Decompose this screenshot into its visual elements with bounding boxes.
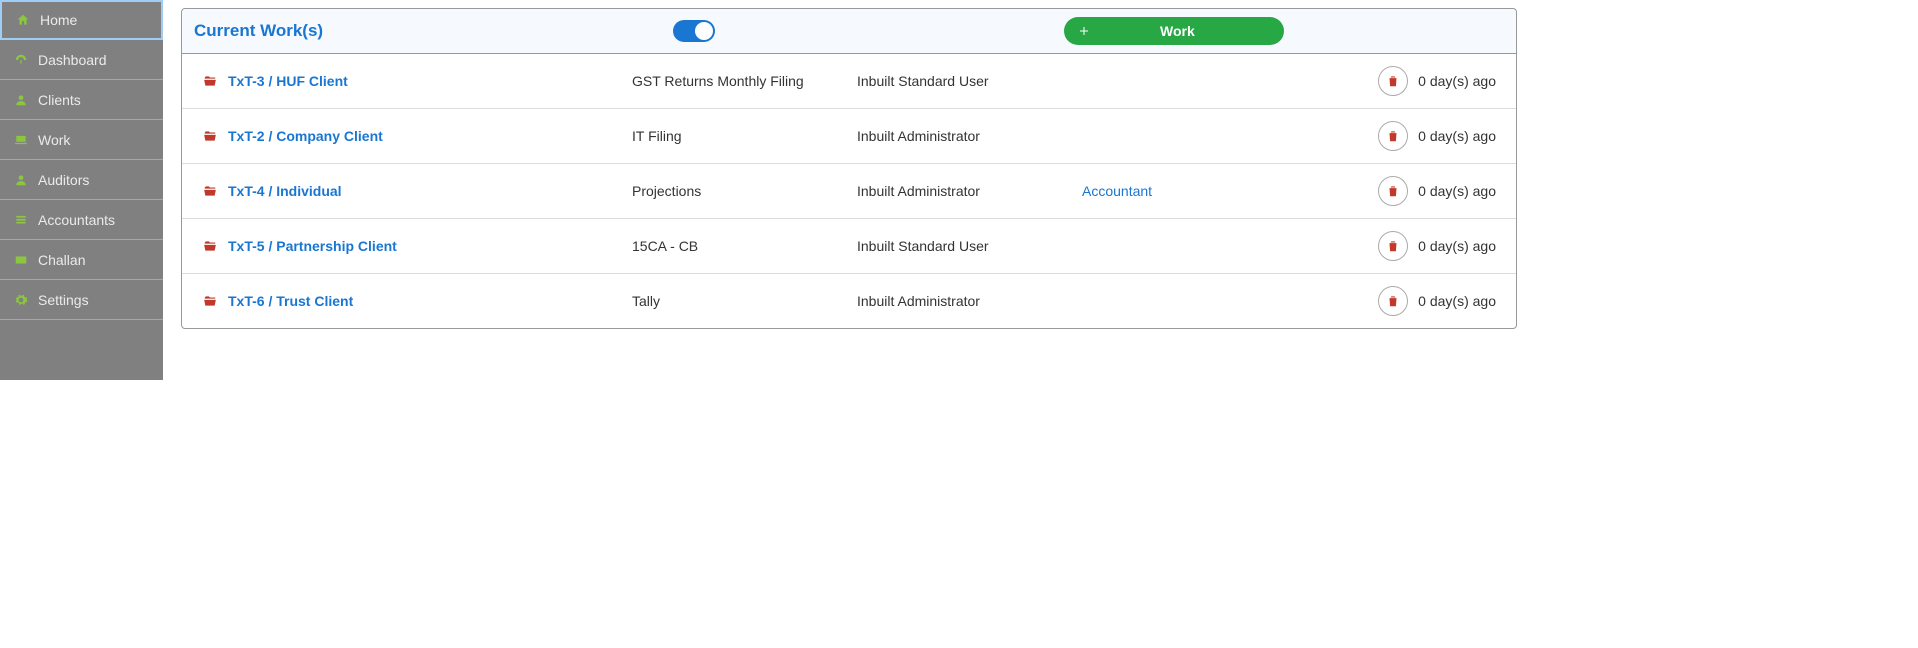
sidebar-item-challan[interactable]: Challan	[0, 240, 163, 280]
panel-title: Current Work(s)	[194, 21, 323, 41]
user-cell: Inbuilt Administrator	[857, 128, 1082, 144]
delete-button[interactable]	[1378, 231, 1408, 261]
delete-button[interactable]	[1378, 286, 1408, 316]
age-cell: 0 day(s) ago	[1418, 128, 1496, 144]
task-cell: 15CA - CB	[632, 238, 857, 254]
sidebar-item-label: Accountants	[38, 212, 115, 228]
list-icon	[12, 213, 30, 227]
home-icon	[14, 13, 32, 27]
table-row: TxT-6 / Trust Client Tally Inbuilt Admin…	[182, 274, 1516, 328]
delete-button[interactable]	[1378, 66, 1408, 96]
task-cell: GST Returns Monthly Filing	[632, 73, 857, 89]
delete-button[interactable]	[1378, 121, 1408, 151]
add-work-button[interactable]: Work	[1064, 17, 1284, 45]
table-row: TxT-2 / Company Client IT Filing Inbuilt…	[182, 109, 1516, 164]
sidebar-item-label: Home	[40, 12, 77, 28]
delete-button[interactable]	[1378, 176, 1408, 206]
folder-icon	[202, 129, 218, 143]
user-cell: Inbuilt Administrator	[857, 183, 1082, 199]
gear-icon	[12, 293, 30, 307]
client-link[interactable]: TxT-4 / Individual	[228, 183, 342, 199]
toggle-switch[interactable]	[673, 20, 715, 42]
card-icon	[12, 253, 30, 267]
task-cell: Projections	[632, 183, 857, 199]
table-row: TxT-3 / HUF Client GST Returns Monthly F…	[182, 54, 1516, 109]
sidebar-item-home[interactable]: Home	[0, 0, 163, 40]
client-link[interactable]: TxT-6 / Trust Client	[228, 293, 353, 309]
sidebar-item-accountants[interactable]: Accountants	[0, 200, 163, 240]
user-cell: Inbuilt Standard User	[857, 238, 1082, 254]
folder-icon	[202, 294, 218, 308]
current-works-panel: Current Work(s) Work	[181, 8, 1517, 329]
main-content: Current Work(s) Work	[163, 0, 1533, 380]
age-cell: 0 day(s) ago	[1418, 293, 1496, 309]
client-link[interactable]: TxT-2 / Company Client	[228, 128, 383, 144]
plus-icon	[1078, 25, 1090, 37]
sidebar: Home Dashboard Clients Work Auditors	[0, 0, 163, 380]
sidebar-item-settings[interactable]: Settings	[0, 280, 163, 320]
sidebar-item-work[interactable]: Work	[0, 120, 163, 160]
folder-icon	[202, 239, 218, 253]
laptop-icon	[12, 133, 30, 147]
sidebar-item-label: Challan	[38, 252, 85, 268]
dashboard-icon	[12, 53, 30, 67]
panel-header: Current Work(s) Work	[182, 9, 1516, 54]
role-cell[interactable]: Accountant	[1082, 183, 1307, 199]
age-cell: 0 day(s) ago	[1418, 183, 1496, 199]
client-link[interactable]: TxT-3 / HUF Client	[228, 73, 348, 89]
panel-body: TxT-3 / HUF Client GST Returns Monthly F…	[182, 54, 1516, 328]
sidebar-item-label: Auditors	[38, 172, 89, 188]
user-cell: Inbuilt Standard User	[857, 73, 1082, 89]
sidebar-item-auditors[interactable]: Auditors	[0, 160, 163, 200]
table-row: TxT-5 / Partnership Client 15CA - CB Inb…	[182, 219, 1516, 274]
client-link[interactable]: TxT-5 / Partnership Client	[228, 238, 397, 254]
user-icon	[12, 93, 30, 107]
age-cell: 0 day(s) ago	[1418, 238, 1496, 254]
toggle-knob	[695, 22, 713, 40]
table-row: TxT-4 / Individual Projections Inbuilt A…	[182, 164, 1516, 219]
folder-icon	[202, 184, 218, 198]
sidebar-item-label: Clients	[38, 92, 81, 108]
sidebar-item-label: Dashboard	[38, 52, 107, 68]
user-icon	[12, 173, 30, 187]
folder-icon	[202, 74, 218, 88]
age-cell: 0 day(s) ago	[1418, 73, 1496, 89]
sidebar-item-label: Work	[38, 132, 70, 148]
sidebar-item-dashboard[interactable]: Dashboard	[0, 40, 163, 80]
sidebar-item-label: Settings	[38, 292, 89, 308]
add-work-label: Work	[1160, 23, 1195, 39]
user-cell: Inbuilt Administrator	[857, 293, 1082, 309]
task-cell: IT Filing	[632, 128, 857, 144]
sidebar-item-clients[interactable]: Clients	[0, 80, 163, 120]
task-cell: Tally	[632, 293, 857, 309]
